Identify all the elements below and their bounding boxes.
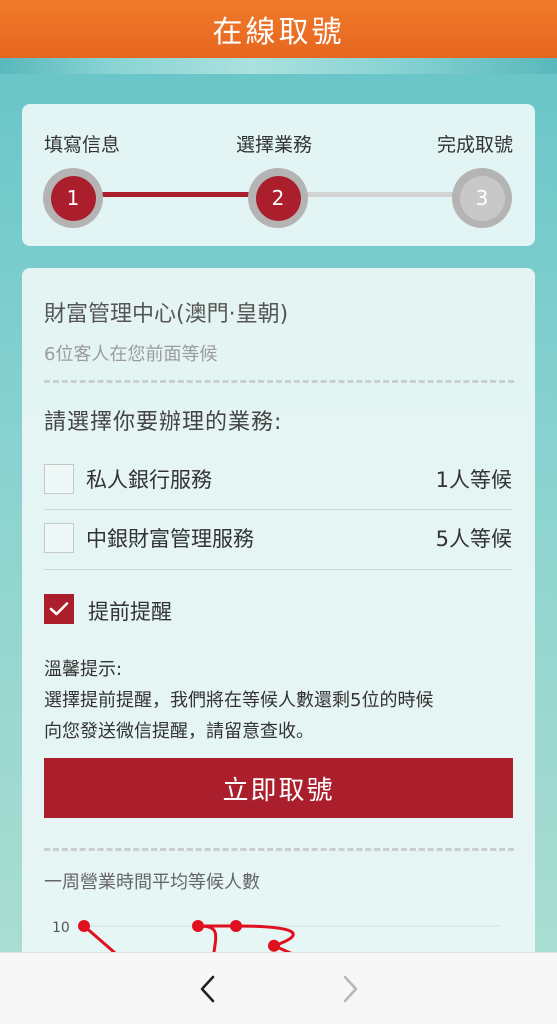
- tips-line-1: 選擇提前提醒，我們將在等候人數還剩5位的時候: [44, 690, 434, 711]
- dashed-divider: [44, 848, 514, 851]
- step-line-pending: [302, 192, 472, 197]
- chart-title: 一周營業時間平均等候人數: [44, 872, 260, 893]
- service-waiting-count: 1人等候: [435, 468, 512, 492]
- service-checkbox-wealth-management[interactable]: [44, 523, 74, 553]
- step-number-3: 3: [459, 175, 505, 221]
- service-prompt: 請選擇你要辦理的業務:: [44, 410, 283, 435]
- chart-data-point: [268, 939, 280, 952]
- back-button[interactable]: [186, 967, 230, 1011]
- queue-info: 6位客人在您前面等候: [44, 344, 218, 365]
- chart-data-point: [78, 920, 90, 932]
- chevron-right-icon: [343, 975, 358, 1003]
- step-label-fill-info: 填寫信息: [44, 134, 121, 156]
- header-decoration: [0, 58, 557, 74]
- page-title: 在線取號: [212, 15, 345, 50]
- step-number-2: 2: [255, 175, 301, 221]
- dashed-divider: [44, 380, 514, 383]
- service-row-wealth-management[interactable]: 中銀財富管理服務 5人等候: [44, 508, 512, 568]
- step-label-complete: 完成取號: [436, 134, 513, 156]
- bottom-navigation-bar: [0, 952, 557, 1024]
- progress-steps-card: 填寫信息 選擇業務 完成取號 1 2 3: [22, 104, 535, 246]
- reminder-label[interactable]: 提前提醒: [88, 596, 172, 626]
- step-circle-3: 3: [452, 168, 512, 228]
- tips-title: 溫馨提示:: [44, 659, 123, 680]
- service-name: 中銀財富管理服務: [86, 527, 254, 551]
- step-circle-2: 2: [248, 168, 308, 228]
- service-name: 私人銀行服務: [86, 468, 212, 492]
- tips-line-2: 向您發送微信提醒，請留意查收。: [44, 721, 314, 742]
- take-number-button[interactable]: 立即取號: [44, 758, 513, 818]
- step-circle-1: 1: [43, 168, 103, 228]
- service-waiting-count: 5人等候: [435, 527, 512, 551]
- chart-y-tick-label: 10: [52, 920, 70, 936]
- row-divider: [44, 569, 512, 570]
- step-label-select-service: 選擇業務: [236, 134, 313, 156]
- chevron-left-icon: [200, 975, 215, 1003]
- step-number-1: 1: [50, 175, 96, 221]
- tips-text: 溫馨提示: 選擇提前提醒，我們將在等候人數還剩5位的時候 向您發送微信提醒，請留…: [44, 654, 514, 747]
- service-checkbox-private-banking[interactable]: [44, 464, 74, 494]
- checkmark-icon: [49, 602, 69, 616]
- branch-name: 財富管理中心(澳門·皇朝): [44, 302, 289, 327]
- app-header: 在線取號: [0, 0, 557, 58]
- chart-data-point: [192, 920, 204, 932]
- service-row-private-banking[interactable]: 私人銀行服務 1人等候: [44, 449, 512, 509]
- reminder-checkbox[interactable]: [44, 594, 74, 624]
- service-selection-card: 財富管理中心(澳門·皇朝) 6位客人在您前面等候 請選擇你要辦理的業務: 私人銀…: [22, 268, 535, 988]
- chart-data-point: [230, 920, 242, 932]
- forward-button[interactable]: [328, 967, 372, 1011]
